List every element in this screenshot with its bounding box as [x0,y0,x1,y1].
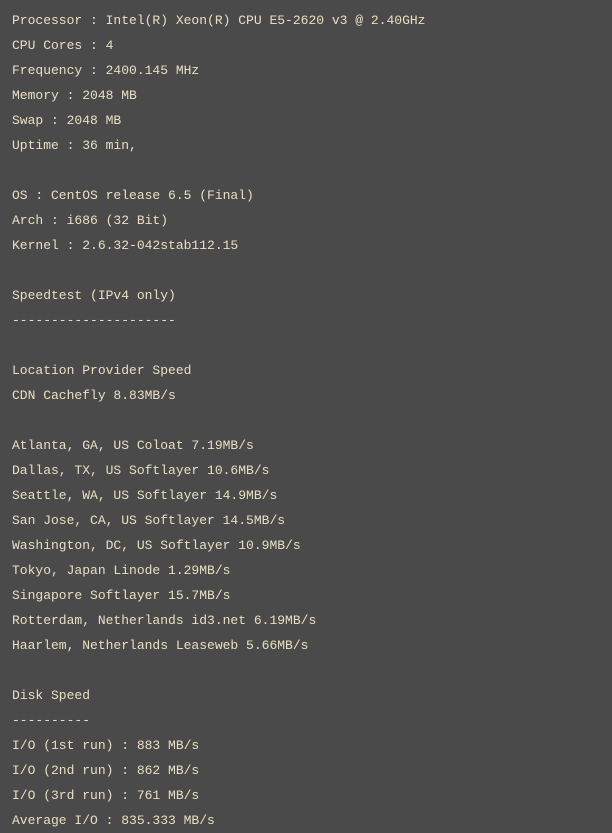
frequency-line: Frequency : 2400.145 MHz [12,58,600,83]
uptime-line: Uptime : 36 min, [12,133,600,158]
blank-line [12,333,600,358]
blank-line [12,408,600,433]
disk-divider: ---------- [12,708,600,733]
speedtest-result: Haarlem, Netherlands Leaseweb 5.66MB/s [12,633,600,658]
blank-line [12,258,600,283]
speedtest-result: Rotterdam, Netherlands id3.net 6.19MB/s [12,608,600,633]
disk-average: Average I/O : 835.333 MB/s [12,808,600,833]
speedtest-result: Washington, DC, US Softlayer 10.9MB/s [12,533,600,558]
speedtest-cdn: CDN Cachefly 8.83MB/s [12,383,600,408]
swap-line: Swap : 2048 MB [12,108,600,133]
os-line: OS : CentOS release 6.5 (Final) [12,183,600,208]
arch-line: Arch : i686 (32 Bit) [12,208,600,233]
speedtest-divider: --------------------- [12,308,600,333]
disk-run: I/O (1st run) : 883 MB/s [12,733,600,758]
cpu-cores-line: CPU Cores : 4 [12,33,600,58]
speedtest-result: Atlanta, GA, US Coloat 7.19MB/s [12,433,600,458]
kernel-line: Kernel : 2.6.32-042stab112.15 [12,233,600,258]
blank-line [12,158,600,183]
disk-run: I/O (3rd run) : 761 MB/s [12,783,600,808]
speedtest-result: Dallas, TX, US Softlayer 10.6MB/s [12,458,600,483]
disk-run: I/O (2nd run) : 862 MB/s [12,758,600,783]
disk-header: Disk Speed [12,683,600,708]
speedtest-result: Singapore Softlayer 15.7MB/s [12,583,600,608]
speedtest-result: Seattle, WA, US Softlayer 14.9MB/s [12,483,600,508]
processor-line: Processor : Intel(R) Xeon(R) CPU E5-2620… [12,8,600,33]
speedtest-result: San Jose, CA, US Softlayer 14.5MB/s [12,508,600,533]
blank-line [12,658,600,683]
memory-line: Memory : 2048 MB [12,83,600,108]
speedtest-header: Speedtest (IPv4 only) [12,283,600,308]
speedtest-result: Tokyo, Japan Linode 1.29MB/s [12,558,600,583]
speedtest-columns: Location Provider Speed [12,358,600,383]
